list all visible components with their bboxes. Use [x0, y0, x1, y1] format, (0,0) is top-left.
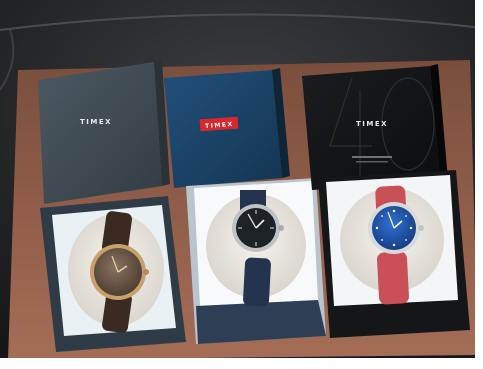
left-box-lid [38, 62, 162, 204]
right-box-brand: TIMEX [356, 120, 388, 128]
left-watch-crown [143, 269, 149, 275]
right-box-lid [302, 66, 440, 190]
right-watch-strap-bottom [377, 251, 409, 305]
center-watch-strap-bottom [243, 257, 271, 307]
photo-border-right [475, 0, 483, 369]
right-watch-crown [418, 225, 424, 231]
right-box-small-print-2 [356, 161, 388, 163]
watch-boxes-photo: TIMEX TIMEX TIMEX [0, 0, 483, 369]
center-watch-crown [278, 225, 284, 231]
photo-border-bottom [0, 358, 483, 369]
photo-frame: TIMEX TIMEX TIMEX [0, 0, 483, 369]
left-box-brand: TIMEX [80, 118, 112, 126]
right-box-small-print [352, 156, 392, 158]
